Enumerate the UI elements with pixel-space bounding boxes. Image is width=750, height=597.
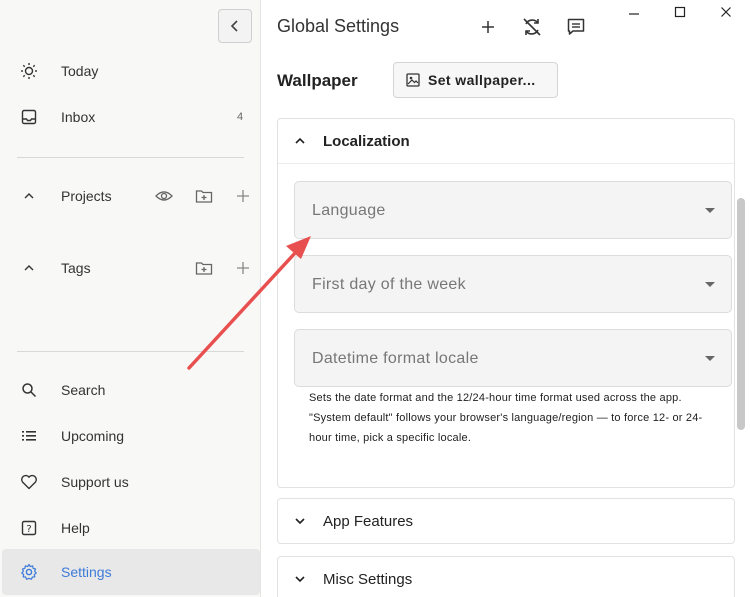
sidebar-item-label: Help (61, 520, 90, 536)
svg-text:?: ? (26, 524, 31, 535)
section-divider (278, 163, 734, 164)
close-icon[interactable] (716, 2, 736, 22)
sidebar-divider (17, 157, 244, 158)
language-select[interactable]: Language (294, 181, 732, 239)
set-wallpaper-label: Set wallpaper... (428, 72, 536, 88)
sidebar-item-today[interactable]: Today (0, 51, 260, 91)
sun-icon (18, 60, 40, 82)
sidebar-item-upcoming[interactable]: Upcoming (0, 416, 260, 456)
list-icon (18, 425, 40, 447)
sidebar-item-search[interactable]: Search (0, 370, 260, 410)
page-title: Global Settings (277, 16, 400, 36)
chevron-left-icon (230, 20, 238, 32)
datetime-format-locale-select[interactable]: Datetime format locale (294, 329, 732, 387)
misc-settings-header[interactable]: Misc Settings (278, 557, 734, 597)
help-icon: ? (18, 517, 40, 539)
search-icon (18, 379, 40, 401)
sidebar: Today Inbox 4 Projects Tags Search Upcom… (0, 0, 261, 597)
comment-icon[interactable] (563, 14, 589, 40)
maximize-icon[interactable] (670, 2, 690, 22)
app-features-header[interactable]: App Features (278, 499, 734, 543)
sync-off-icon[interactable] (519, 14, 545, 40)
language-label: Language (312, 202, 386, 219)
datetime-format-locale-label: Datetime format locale (312, 350, 479, 367)
sidebar-item-label: Support us (61, 474, 129, 490)
sidebar-item-label: Today (61, 63, 99, 79)
wallpaper-label: Wallpaper (277, 71, 358, 90)
app-features-section[interactable]: App Features (277, 498, 735, 544)
localization-section: Localization Language First day of the w… (277, 118, 735, 488)
first-day-of-week-select[interactable]: First day of the week (294, 255, 732, 313)
chevron-up-icon (294, 135, 306, 147)
sidebar-item-inbox[interactable]: Inbox 4 (0, 97, 260, 137)
gear-icon (18, 561, 40, 583)
sidebar-divider (17, 351, 244, 352)
dropdown-caret-icon (705, 356, 715, 361)
chevron-up-icon[interactable] (18, 185, 40, 207)
chevron-up-icon[interactable] (18, 257, 40, 279)
sidebar-item-label: Settings (61, 564, 112, 580)
chevron-down-icon (294, 573, 306, 585)
add-project-icon[interactable] (233, 186, 253, 206)
add-tag-icon[interactable] (233, 258, 253, 278)
localization-header[interactable]: Localization (278, 119, 734, 163)
add-folder-icon[interactable] (194, 258, 214, 278)
settings-panel: Global Settings Wallpaper Set wallpaper.… (261, 0, 750, 597)
add-icon[interactable] (475, 14, 501, 40)
scrollbar-thumb[interactable] (737, 198, 745, 430)
inbox-icon (18, 106, 40, 128)
heart-icon (18, 471, 40, 493)
tags-label: Tags (61, 260, 91, 276)
sidebar-section-tags[interactable]: Tags (0, 248, 260, 288)
collapse-sidebar-button[interactable] (218, 9, 252, 43)
misc-settings-section[interactable]: Misc Settings (277, 556, 735, 597)
sidebar-item-label: Upcoming (61, 428, 125, 444)
sidebar-item-label: Inbox (61, 109, 96, 125)
projects-label: Projects (61, 188, 112, 204)
sidebar-item-help[interactable]: ? Help (0, 508, 260, 548)
inbox-count-badge: 4 (237, 111, 244, 123)
misc-settings-title: Misc Settings (323, 570, 413, 588)
first-day-of-week-label: First day of the week (312, 276, 466, 293)
image-icon (406, 73, 420, 87)
sidebar-item-label: Search (61, 382, 106, 398)
chevron-down-icon (294, 515, 306, 527)
set-wallpaper-button[interactable]: Set wallpaper... (393, 62, 558, 98)
sidebar-item-support-us[interactable]: Support us (0, 462, 260, 502)
localization-title: Localization (323, 132, 410, 150)
sidebar-section-projects[interactable]: Projects (0, 176, 260, 216)
add-folder-icon[interactable] (194, 186, 214, 206)
datetime-locale-hint: Sets the date format and the 12/24-hour … (309, 392, 703, 444)
dropdown-caret-icon (705, 282, 715, 287)
eye-icon[interactable] (154, 186, 174, 206)
minimize-icon[interactable] (624, 2, 644, 22)
dropdown-caret-icon (705, 208, 715, 213)
app-features-title: App Features (323, 512, 414, 530)
sidebar-item-settings[interactable]: Settings (2, 549, 260, 595)
